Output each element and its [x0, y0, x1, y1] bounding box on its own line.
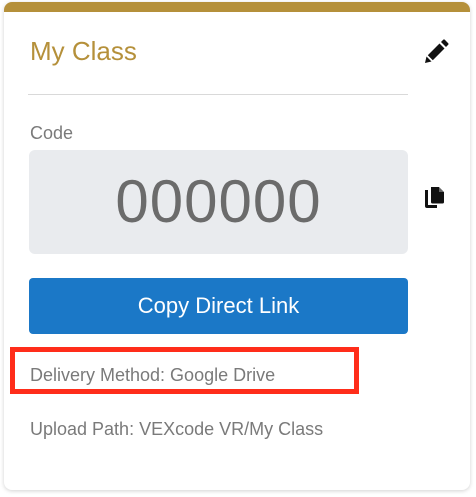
- upload-path-text: Upload Path: VEXcode VR/My Class: [30, 419, 324, 439]
- copy-icon: [425, 187, 444, 208]
- copy-direct-link-button[interactable]: Copy Direct Link: [29, 278, 408, 334]
- title-divider: [28, 94, 408, 95]
- copy-code-button[interactable]: [422, 184, 448, 210]
- delivery-method-text: Delivery Method: Google Drive: [30, 365, 276, 385]
- pencil-icon: [425, 39, 449, 63]
- edit-button[interactable]: [422, 38, 450, 66]
- class-title: My Class: [30, 36, 137, 66]
- code-label: Code: [30, 123, 74, 143]
- class-code-value: 000000: [115, 168, 322, 235]
- class-card: My Class Code 000000 Copy Direct Link De…: [4, 2, 470, 490]
- class-code-box: 000000: [29, 150, 408, 254]
- card-accent-bar: [4, 2, 470, 12]
